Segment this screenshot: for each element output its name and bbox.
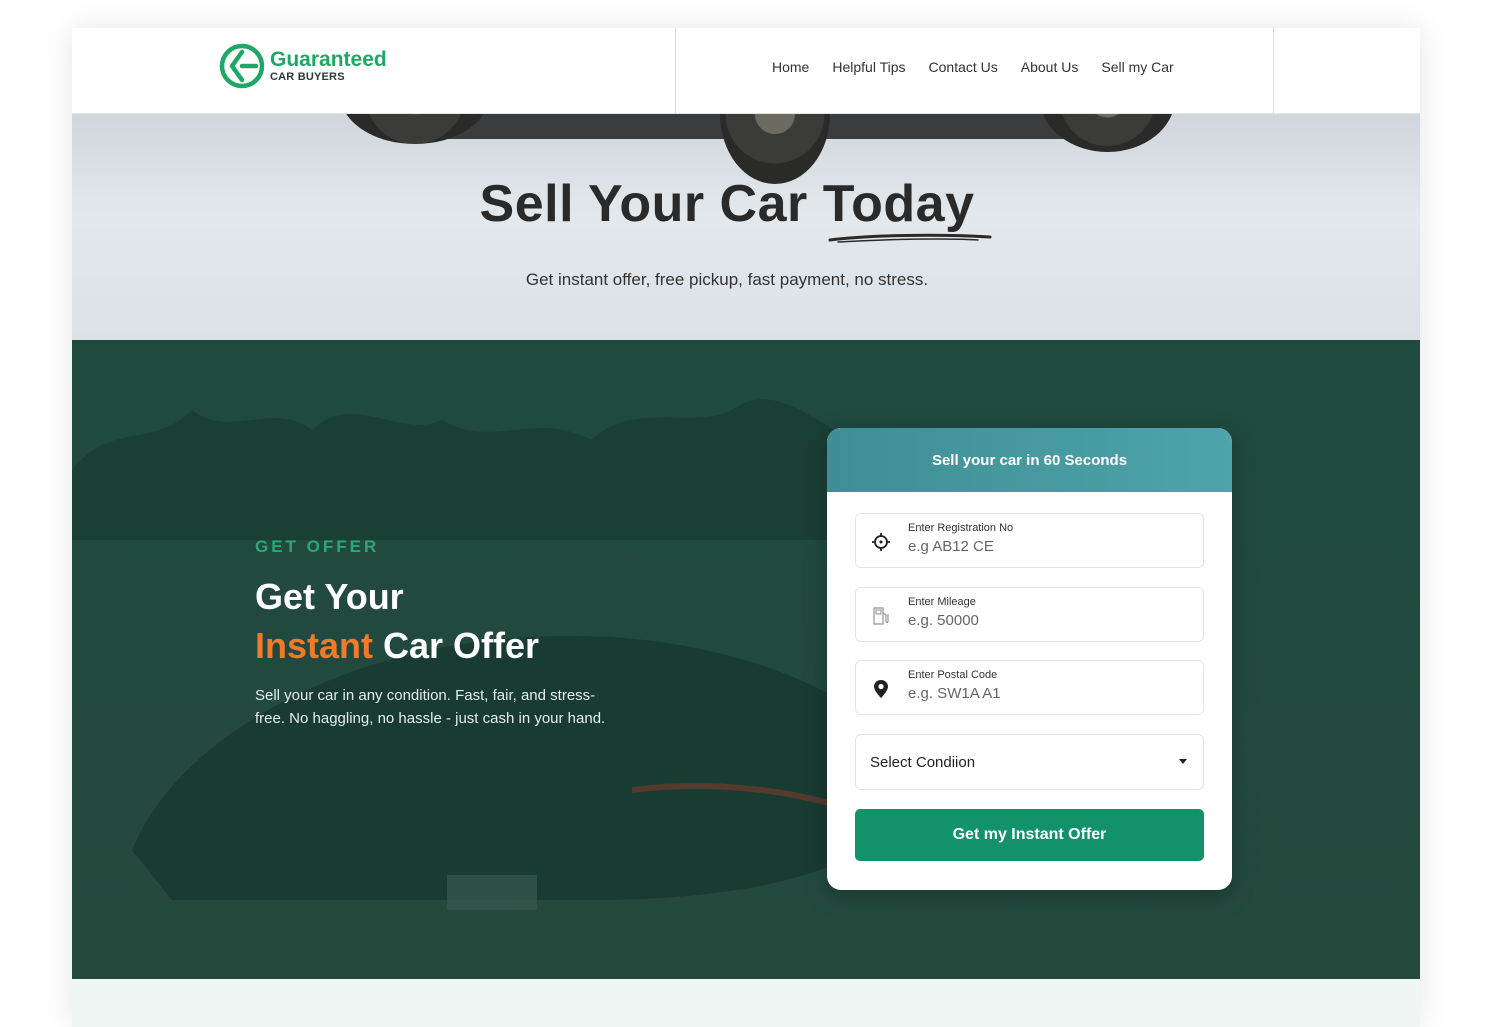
registration-field: Enter Registration No [855, 513, 1204, 568]
mileage-field: Enter Mileage [855, 587, 1204, 642]
next-section-band [72, 979, 1420, 1027]
postal-code-input[interactable] [908, 685, 1188, 702]
location-pin-icon [874, 680, 888, 698]
postal-code-label: Enter Postal Code [908, 669, 998, 681]
offer-section: GET OFFER Get Your Instant Car Offer Sel… [72, 340, 1420, 979]
offer-eyebrow: GET OFFER [255, 537, 380, 556]
crosshair-icon [872, 533, 890, 551]
headline-accent-word: Instant [255, 625, 374, 666]
headline-line-1: Get Your [255, 576, 404, 617]
hero-subtitle: Get instant offer, free pickup, fast pay… [525, 270, 929, 289]
hero-section: Sell Your Car Today Get instant offer, f… [72, 114, 1420, 340]
headline-rest: Car Offer [373, 625, 540, 666]
brand-tagline: CAR BUYERS [270, 71, 345, 83]
hero-car-tire [1040, 114, 1175, 152]
fuel-pump-icon [873, 607, 889, 625]
nav-about-us[interactable]: About Us [1021, 59, 1079, 75]
nav-home[interactable]: Home [772, 59, 809, 75]
condition-select-label: Select Condiion [870, 753, 976, 771]
brand-name: Guaranteed [270, 48, 387, 71]
registration-input[interactable] [908, 538, 1188, 555]
registration-label: Enter Registration No [908, 522, 1014, 534]
mileage-label: Enter Mileage [908, 596, 976, 608]
hero-car-tire [340, 114, 490, 144]
offer-description: Sell your car in any condition. Fast, fa… [255, 687, 606, 727]
main-nav: Home Helpful Tips Contact Us About Us Se… [772, 59, 1174, 75]
hero-title: Sell Your Car Today [479, 175, 975, 233]
title-underline-decoration [828, 233, 992, 243]
nav-contact-us[interactable]: Contact Us [929, 59, 998, 75]
header-divider [1273, 28, 1274, 114]
page: Guaranteed CAR BUYERS Home Helpful Tips … [72, 28, 1420, 1027]
offer-headline: Get Your Instant Car Offer [255, 572, 539, 670]
mileage-input[interactable] [908, 612, 1188, 629]
offer-form-card: Sell your car in 60 Seconds Enter Regist… [827, 428, 1232, 890]
get-offer-button[interactable]: Get my Instant Offer [855, 809, 1204, 861]
form-title: Sell your car in 60 Seconds [827, 428, 1232, 492]
nav-sell-my-car[interactable]: Sell my Car [1101, 59, 1173, 75]
brand-logo-icon [219, 43, 265, 89]
brand-logo[interactable]: Guaranteed CAR BUYERS [218, 42, 387, 90]
chevron-down-icon [1179, 759, 1187, 764]
condition-select[interactable]: Select Condiion [855, 734, 1204, 790]
site-header: Guaranteed CAR BUYERS Home Helpful Tips … [72, 28, 1420, 114]
nav-helpful-tips[interactable]: Helpful Tips [832, 59, 905, 75]
header-divider [675, 28, 676, 114]
postal-code-field: Enter Postal Code [855, 660, 1204, 715]
